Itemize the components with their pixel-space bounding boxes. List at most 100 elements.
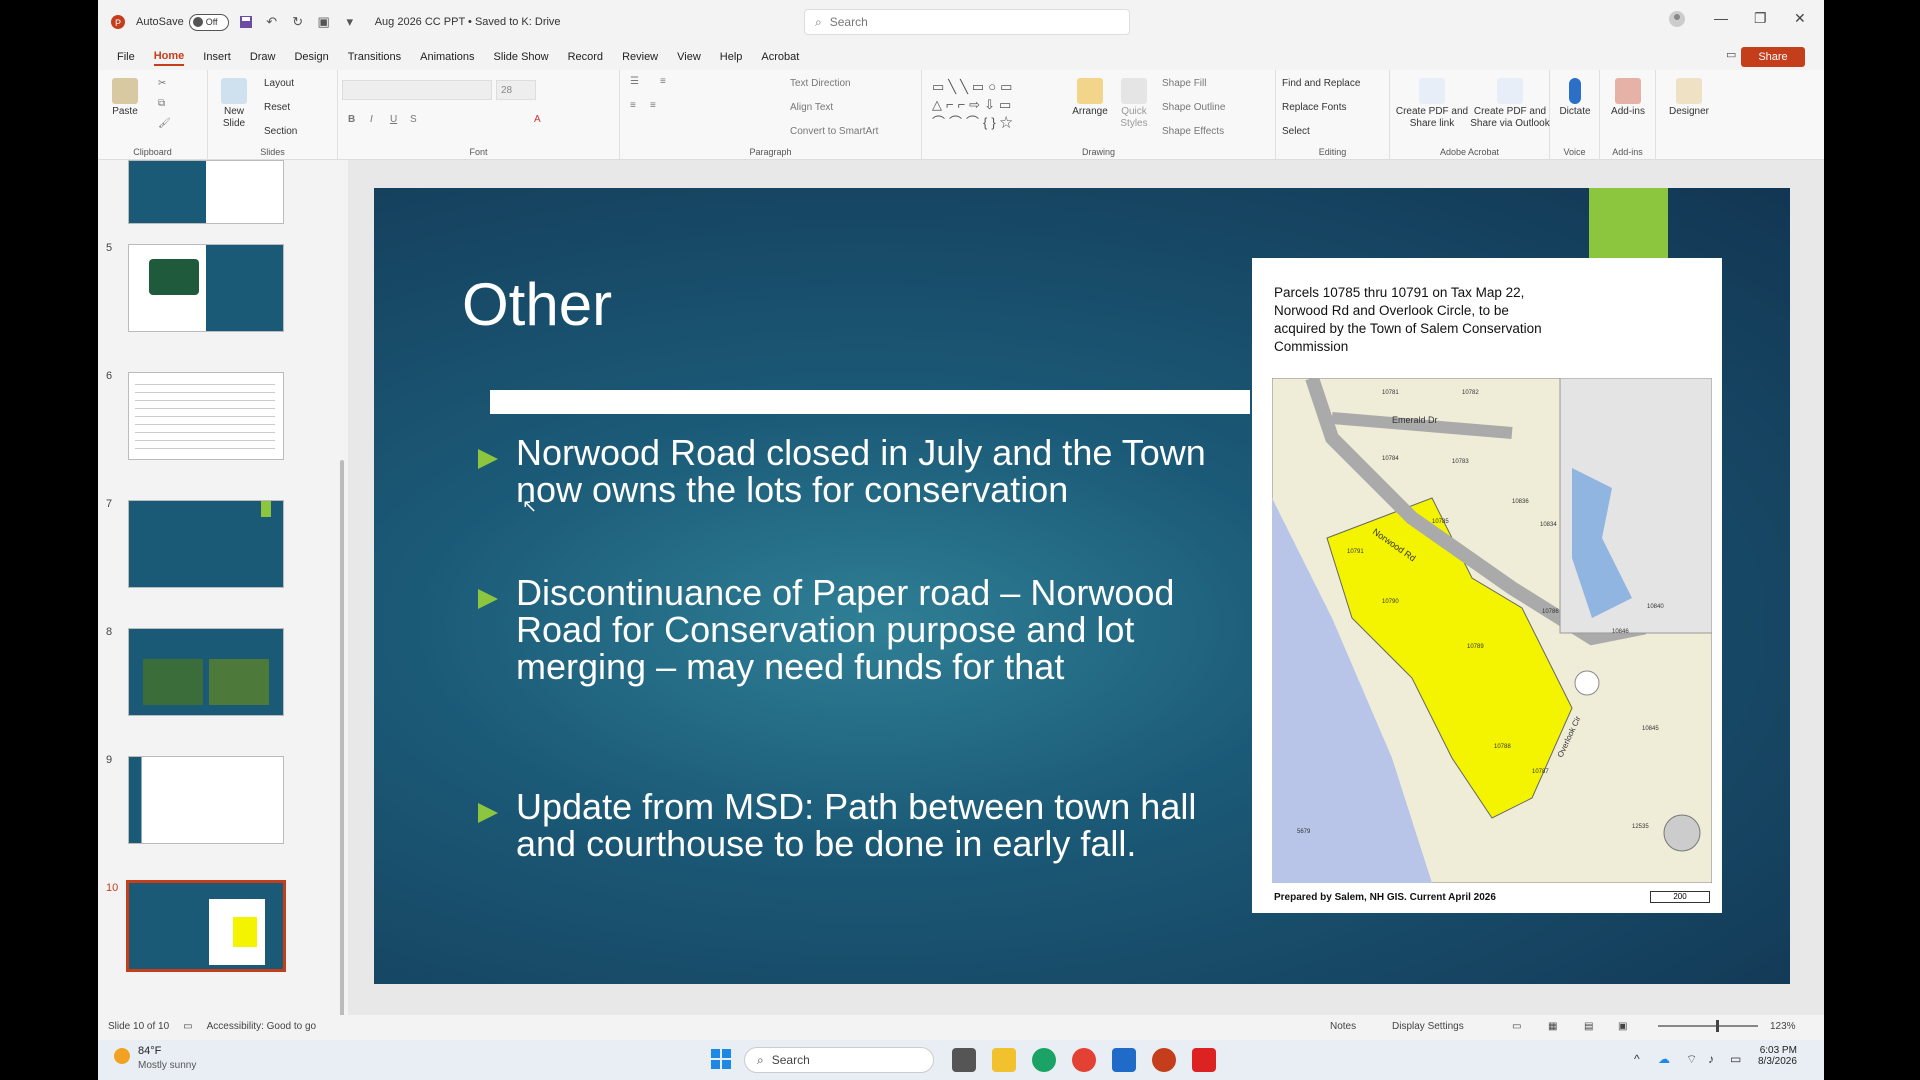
slide-thumbnail-6[interactable] [128,372,284,460]
tab-design[interactable]: Design [294,49,328,65]
underline-button[interactable]: U [390,114,397,125]
align-left-icon[interactable]: ≡ [630,100,636,111]
notes-button[interactable]: Notes [1330,1021,1356,1032]
designer-button[interactable]: Designer [1664,78,1714,118]
tab-draw[interactable]: Draw [250,49,276,65]
restore-button[interactable]: ❐ [1754,10,1767,27]
account-icon[interactable] [1668,10,1686,31]
powerpoint-taskbar-icon[interactable] [1152,1048,1176,1072]
font-size-select[interactable]: 28 [496,80,536,100]
format-painter-icon[interactable]: 🖌 [158,118,171,129]
select-button[interactable]: Select [1282,126,1310,137]
current-slide[interactable]: Other Norwood Road closed in July and th… [374,188,1790,984]
notes-pane-icon[interactable]: ▭ [183,1021,192,1032]
task-view-icon[interactable] [952,1048,976,1072]
section-button[interactable]: Section [264,126,297,137]
tab-help[interactable]: Help [720,49,743,65]
display-settings-button[interactable]: Display Settings [1392,1021,1464,1032]
numbering-icon[interactable]: ≡ [660,76,666,87]
windows-start-icon[interactable] [710,1048,734,1072]
minimize-button[interactable]: — [1714,10,1728,26]
bullet-3[interactable]: Update from MSD: Path between town hall … [476,788,1266,862]
convert-smartart-button[interactable]: Convert to SmartArt [790,126,878,137]
share-button[interactable]: Share [1741,47,1805,67]
reset-button[interactable]: Reset [264,102,290,113]
slide-title[interactable]: Other [462,270,612,339]
italic-button[interactable]: I [370,114,373,125]
bold-button[interactable]: B [348,114,355,125]
tab-view[interactable]: View [677,49,701,65]
autosave-toggle[interactable]: Off [188,13,229,31]
slide-thumbnail-5[interactable] [128,244,284,332]
tab-acrobat[interactable]: Acrobat [761,49,799,65]
weather-icon[interactable] [112,1046,132,1071]
zoom-slider-thumb[interactable] [1716,1020,1719,1032]
acrobat-icon[interactable] [1192,1048,1216,1072]
shapes-gallery[interactable]: ▭╲╲▭○▭ △⌐⌐⇨⇩▭ ⌒⌒⌒{}☆ [932,78,1062,134]
arrange-button[interactable]: Arrange [1070,78,1110,118]
shape-effects-button[interactable]: Shape Effects [1162,126,1224,137]
tab-record[interactable]: Record [568,49,603,65]
tab-home[interactable]: Home [153,48,185,66]
copy-icon[interactable]: ⧉ [158,98,165,109]
create-pdf-outlook-button[interactable]: Create PDF and Share via Outlook [1470,78,1550,130]
edge-icon[interactable] [1032,1048,1056,1072]
tab-slide-show[interactable]: Slide Show [494,49,549,65]
tray-overflow-icon[interactable]: ^ [1634,1052,1640,1066]
taskbar-search[interactable]: ⌕ Search [744,1047,934,1073]
align-center-icon[interactable]: ≡ [650,100,656,111]
new-slide-button[interactable]: New Slide [216,78,252,130]
chrome-icon[interactable] [1072,1048,1096,1072]
search-input[interactable]: ⌕ Search [804,9,1130,35]
tab-review[interactable]: Review [622,49,658,65]
shadow-button[interactable]: S [410,114,417,125]
slide-thumbnail-7[interactable] [128,500,284,588]
bullets-icon[interactable]: ☰ [630,76,639,87]
clock[interactable]: 6:03 PM 8/3/2026 [1758,1045,1797,1067]
find-replace-button[interactable]: Find and Replace [1282,78,1360,89]
slide-thumbnail-10[interactable] [126,880,286,972]
shape-fill-button[interactable]: Shape Fill [1162,78,1206,89]
font-color-button[interactable]: A [534,114,541,125]
addins-button[interactable]: Add-ins [1606,78,1650,118]
outlook-icon[interactable] [1112,1048,1136,1072]
file-explorer-icon[interactable] [992,1048,1016,1072]
font-family-select[interactable] [342,80,492,100]
tab-transitions[interactable]: Transitions [348,49,401,65]
save-icon[interactable] [237,13,255,31]
replace-fonts-button[interactable]: Replace Fonts [1282,102,1346,113]
thumbnail-scrollbar[interactable] [340,460,344,1015]
align-text-button[interactable]: Align Text [790,102,833,113]
text-direction-button[interactable]: Text Direction [790,78,851,89]
zoom-slider[interactable] [1658,1020,1758,1032]
zoom-level[interactable]: 123% [1770,1021,1796,1032]
cut-icon[interactable]: ✂ [158,78,166,89]
tab-insert[interactable]: Insert [203,49,231,65]
undo-icon[interactable]: ↶ [263,13,281,31]
comments-icon[interactable]: ▭ [1726,48,1736,61]
dictate-button[interactable]: Dictate [1556,78,1594,118]
normal-view-icon[interactable]: ▭ [1512,1021,1521,1032]
quick-styles-button[interactable]: Quick Styles [1114,78,1154,130]
bullet-2[interactable]: Discontinuance of Paper road – Norwood R… [476,574,1236,685]
present-icon[interactable]: ▣ [315,13,333,31]
slide-thumbnail-9[interactable] [128,756,284,844]
customize-icon[interactable]: ▾ [341,13,359,31]
bullet-1[interactable]: Norwood Road closed in July and the Town… [476,434,1266,508]
slideshow-icon[interactable]: ▣ [1618,1021,1627,1032]
layout-button[interactable]: Layout [264,78,294,89]
tab-file[interactable]: File [117,49,135,65]
parcel-map[interactable]: Parcels 10785 thru 10791 on Tax Map 22, … [1252,258,1722,913]
volume-icon[interactable]: ♪ [1708,1052,1714,1066]
slide-sorter-icon[interactable]: ▦ [1548,1021,1557,1032]
reading-view-icon[interactable]: ▤ [1584,1021,1593,1032]
paste-button[interactable]: Paste [112,78,138,118]
accessibility-status[interactable]: Accessibility: Good to go [207,1021,317,1032]
onedrive-icon[interactable]: ☁ [1658,1052,1670,1066]
redo-icon[interactable]: ↻ [289,13,307,31]
close-button[interactable]: ✕ [1794,10,1806,27]
create-pdf-link-button[interactable]: Create PDF and Share link [1394,78,1470,130]
network-icon[interactable]: ⌔ [1686,1052,1697,1067]
slide-thumbnail-4[interactable] [128,160,284,224]
document-title[interactable]: Aug 2026 CC PPT • Saved to K: Drive [375,16,561,28]
